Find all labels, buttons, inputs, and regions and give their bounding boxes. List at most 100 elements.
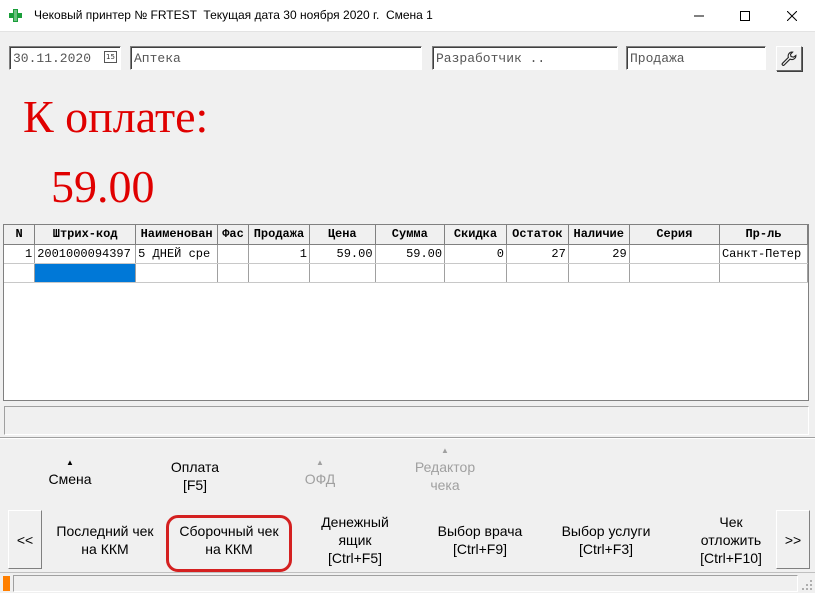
highlight-frame — [166, 515, 292, 572]
calendar-icon[interactable]: 15 — [104, 51, 117, 63]
button-label: Денежный — [321, 514, 389, 530]
table-cell[interactable] — [4, 263, 36, 283]
receipt-editor-label: Редактор — [414, 459, 476, 475]
table-cell[interactable] — [719, 263, 808, 283]
maximize-button[interactable] — [722, 0, 768, 32]
mode-value: Продажа — [630, 51, 685, 66]
table-cell[interactable] — [444, 263, 507, 283]
column-header[interactable]: Цена — [309, 225, 376, 245]
date-field[interactable]: 30.11.2020 15 — [9, 46, 121, 70]
status-cell — [13, 575, 798, 592]
receipt-editor-button[interactable]: ▲ Редактор чека — [395, 446, 495, 494]
window-title: Чековый принтер № FRTEST Текущая дата 30… — [34, 8, 433, 22]
table-cell[interactable]: 2001000094397 — [34, 244, 137, 264]
column-header[interactable]: Серия — [629, 225, 720, 245]
last-receipt-button[interactable]: Последний чек на ККМ — [44, 510, 166, 570]
column-header[interactable]: Пр-ль — [719, 225, 808, 245]
receipt-table[interactable]: N Штрих-код Наименован Фас Продажа Цена … — [3, 224, 809, 401]
table-cell[interactable]: 1 — [248, 244, 310, 264]
resize-grip-icon[interactable] — [801, 579, 813, 591]
button-shortcut: [Ctrl+F9] — [452, 541, 508, 557]
table-cell[interactable]: 59.00 — [375, 244, 446, 264]
service-select-button[interactable]: Выбор услуги [Ctrl+F3] — [546, 510, 666, 570]
table-row[interactable]: 1 2001000094397 5 ДНЕЙ сре 1 59.00 59.00… — [4, 244, 808, 264]
button-label: отложить — [700, 532, 762, 548]
column-header[interactable]: Наличие — [568, 225, 630, 245]
divider — [0, 437, 815, 439]
table-cell[interactable] — [375, 263, 446, 283]
column-header[interactable]: Сумма — [375, 225, 446, 245]
table-cell[interactable] — [248, 263, 310, 283]
minimize-button[interactable] — [676, 0, 722, 32]
arrow-up-icon: ▲ — [66, 458, 74, 467]
table-cell[interactable] — [217, 244, 249, 264]
status-indicator — [3, 576, 10, 591]
payment-amount: 59.00 — [51, 161, 155, 212]
button-shortcut: [Ctrl+F3] — [578, 541, 634, 557]
close-button[interactable] — [769, 0, 815, 32]
ofd-label: ОФД — [304, 471, 336, 487]
payment-button-label: Оплата — [170, 459, 220, 475]
ofd-button[interactable]: ▲ ОФД — [280, 458, 360, 488]
column-header[interactable]: Скидка — [444, 225, 507, 245]
table-cell[interactable] — [506, 263, 569, 283]
user-field[interactable]: Разработчик .. — [432, 46, 618, 70]
table-cell[interactable]: 0 — [444, 244, 507, 264]
button-label: ящик — [338, 532, 372, 548]
status-bar — [0, 572, 815, 593]
table-cell[interactable]: 5 ДНЕЙ сре — [135, 244, 219, 264]
selected-cell[interactable] — [34, 263, 137, 283]
button-label: Выбор услуги — [561, 523, 651, 539]
button-label: Чек — [719, 514, 743, 530]
shift-label: Смена — [48, 471, 92, 487]
column-header[interactable]: Штрих-код — [34, 225, 137, 245]
close-icon — [787, 11, 797, 21]
receipt-editor-label2: чека — [430, 477, 460, 493]
table-cell[interactable] — [135, 263, 219, 283]
doctor-select-button[interactable]: Выбор врача [Ctrl+F9] — [420, 510, 540, 570]
table-cell[interactable]: 1 — [4, 244, 36, 264]
table-cell[interactable] — [629, 244, 720, 264]
column-header[interactable]: N — [4, 225, 36, 245]
table-cell[interactable]: 29 — [568, 244, 630, 264]
column-header[interactable]: Продажа — [248, 225, 310, 245]
table-cell[interactable] — [217, 263, 249, 283]
table-cell[interactable] — [629, 263, 720, 283]
organization-value: Аптека — [134, 51, 181, 66]
prev-button[interactable]: << — [8, 510, 42, 569]
button-shortcut: [Ctrl+F10] — [700, 550, 762, 566]
button-label: Последний чек — [56, 523, 154, 539]
organization-field[interactable]: Аптека — [130, 46, 422, 70]
settings-button[interactable] — [776, 46, 802, 71]
date-value: 30.11.2020 — [13, 51, 92, 66]
table-row-new[interactable] — [4, 263, 808, 283]
button-label: на ККМ — [81, 541, 129, 557]
app-cross-icon — [9, 9, 22, 22]
shift-button[interactable]: ▲ Смена — [30, 458, 110, 488]
table-cell[interactable] — [568, 263, 630, 283]
button-shortcut: [Ctrl+F5] — [327, 550, 383, 566]
table-cell[interactable]: 27 — [506, 244, 569, 264]
button-label: Выбор врача — [437, 523, 523, 539]
table-cell[interactable]: Санкт-Петер — [719, 244, 808, 264]
table-cell[interactable] — [309, 263, 376, 283]
table-cell[interactable]: 59.00 — [309, 244, 376, 264]
minimize-icon — [694, 15, 704, 17]
column-header[interactable]: Фас — [217, 225, 249, 245]
table-header: N Штрих-код Наименован Фас Продажа Цена … — [4, 225, 808, 245]
user-value: Разработчик .. — [436, 51, 546, 66]
maximize-icon — [740, 11, 750, 21]
wrench-icon — [781, 50, 797, 66]
next-button[interactable]: >> — [776, 510, 810, 569]
column-header[interactable]: Остаток — [506, 225, 569, 245]
title-bar: Чековый принтер № FRTEST Текущая дата 30… — [0, 0, 815, 32]
payment-shortcut: [F5] — [182, 477, 208, 493]
defer-receipt-button[interactable]: Чек отложить [Ctrl+F10] — [684, 510, 778, 570]
payment-button[interactable]: Оплата [F5] — [150, 458, 240, 494]
cash-drawer-button[interactable]: Денежный ящик [Ctrl+F5] — [300, 510, 410, 570]
mode-field[interactable]: Продажа — [626, 46, 766, 70]
arrow-up-icon: ▲ — [316, 458, 324, 467]
info-panel — [4, 406, 809, 435]
column-header[interactable]: Наименован — [135, 225, 219, 245]
payment-label: К оплате: — [23, 91, 209, 142]
